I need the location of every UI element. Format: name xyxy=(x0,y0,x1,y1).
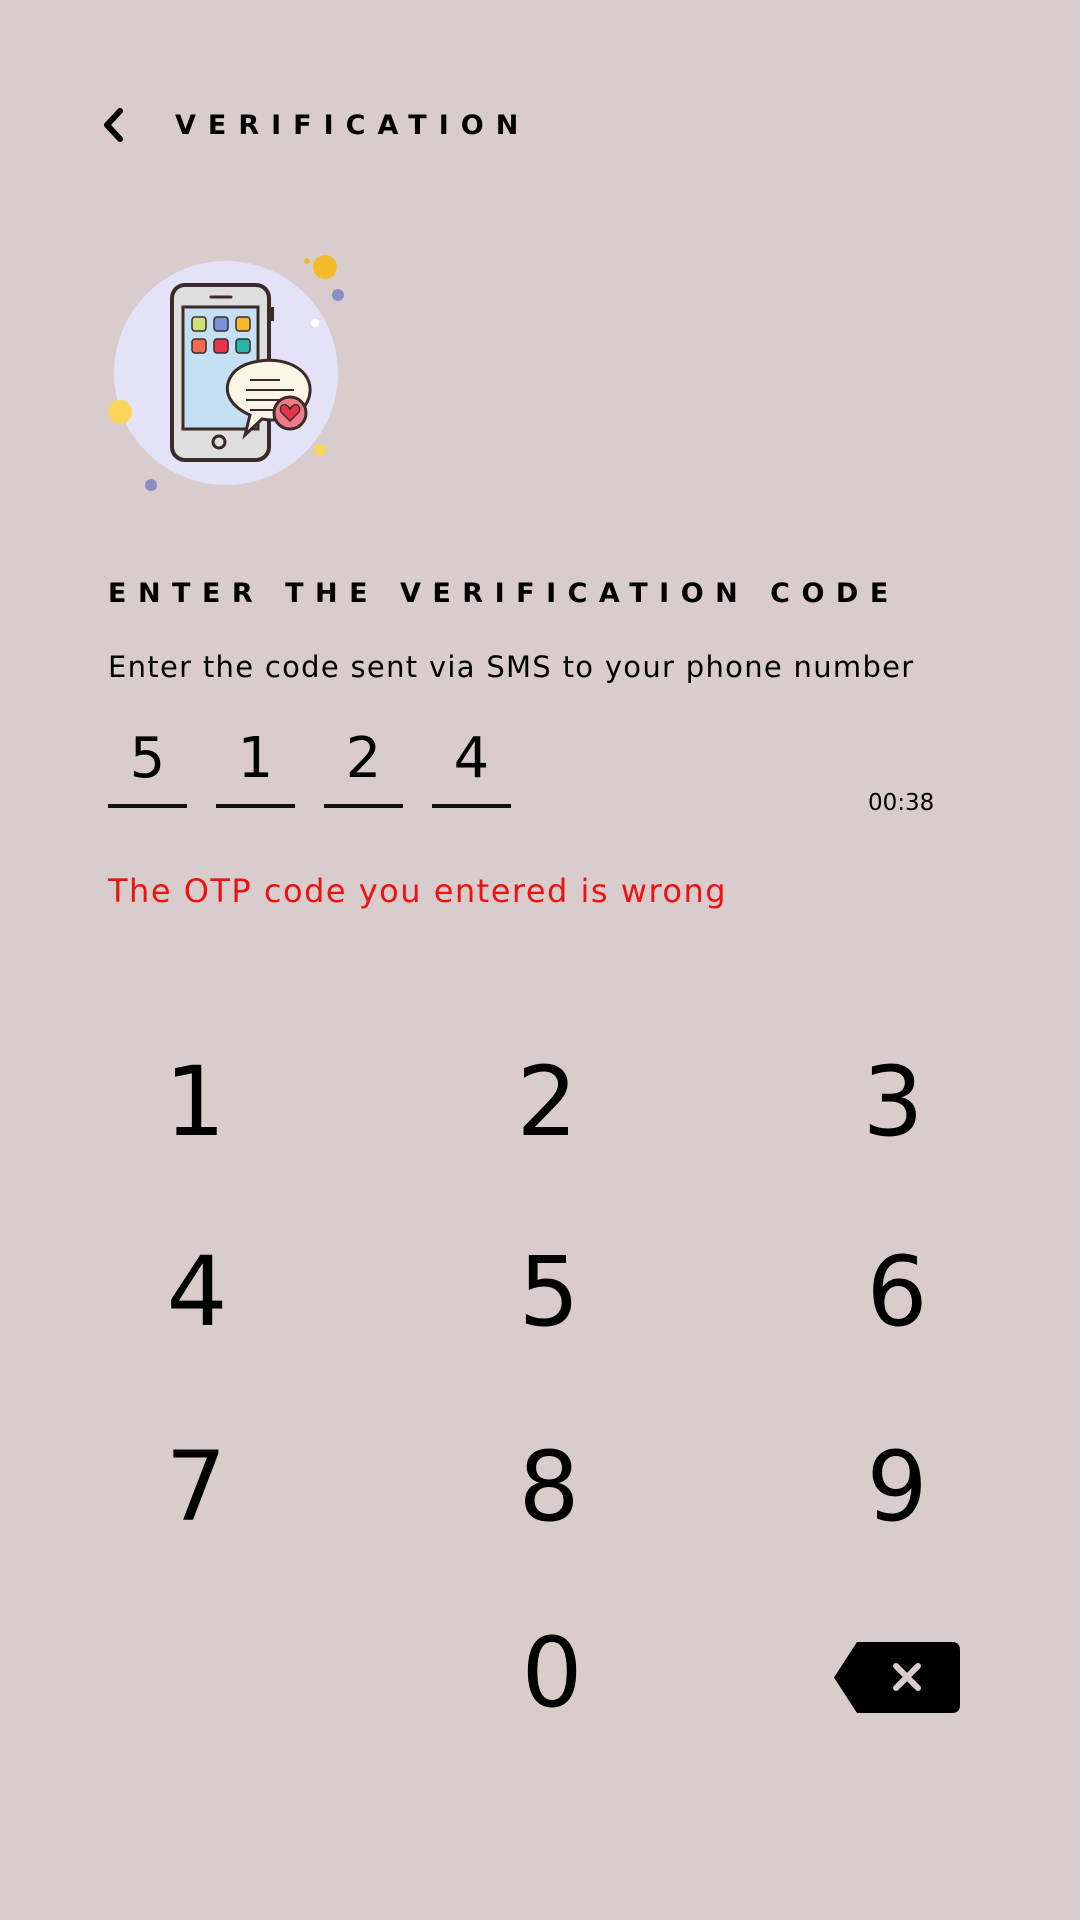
keypad-key-1[interactable]: 1 xyxy=(95,1027,295,1177)
chevron-left-icon xyxy=(104,108,123,142)
keypad-key-6[interactable]: 6 xyxy=(797,1217,997,1367)
keypad-key-5[interactable]: 5 xyxy=(449,1217,649,1367)
page-title: VERIFICATION xyxy=(175,109,531,141)
backspace-button[interactable] xyxy=(832,1640,962,1715)
keypad-key-3[interactable]: 3 xyxy=(793,1027,993,1177)
otp-digit-4[interactable]: 4 xyxy=(432,718,511,808)
otp-input-group: 5 1 2 4 xyxy=(108,718,511,808)
back-button[interactable] xyxy=(100,95,150,155)
keypad-key-9[interactable]: 9 xyxy=(797,1412,997,1562)
otp-digit-3[interactable]: 2 xyxy=(324,718,403,808)
countdown-timer: 00:38 xyxy=(868,790,935,816)
keypad-key-2[interactable]: 2 xyxy=(447,1027,647,1177)
otp-digit-1[interactable]: 5 xyxy=(108,718,187,808)
error-message: The OTP code you entered is wrong xyxy=(108,872,728,910)
keypad-key-0[interactable]: 0 xyxy=(452,1598,652,1748)
keypad-key-4[interactable]: 4 xyxy=(97,1217,297,1367)
backspace-icon xyxy=(834,1642,960,1713)
header: VERIFICATION xyxy=(100,95,530,155)
instruction-text: Enter the code sent via SMS to your phon… xyxy=(108,650,915,684)
otp-digit-2[interactable]: 1 xyxy=(216,718,295,808)
keypad-key-8[interactable]: 8 xyxy=(449,1412,649,1562)
verification-heading: ENTER THE VERIFICATION CODE xyxy=(108,578,900,609)
keypad-key-7[interactable]: 7 xyxy=(96,1412,296,1562)
phone-message-illustration xyxy=(100,245,360,505)
